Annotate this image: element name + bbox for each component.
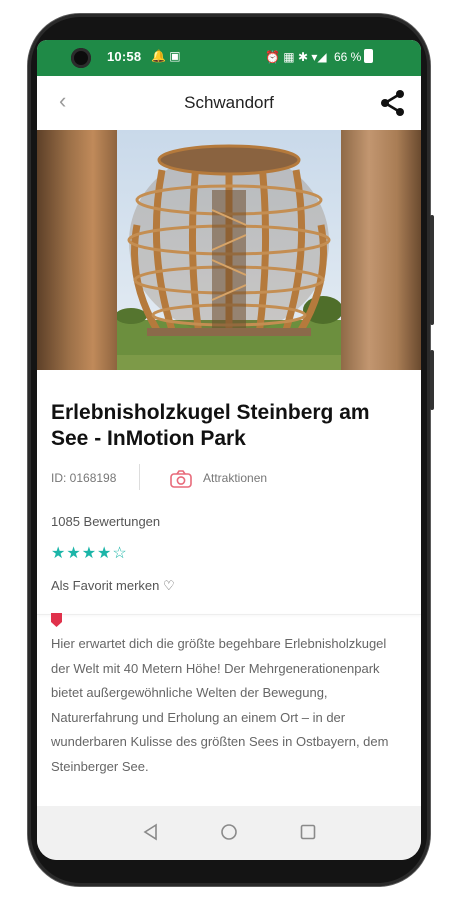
bookmark-marker-icon (51, 613, 62, 627)
category-label: Attraktionen (203, 471, 268, 485)
hero-blur-right (341, 130, 421, 370)
triangle-back-icon[interactable] (141, 822, 161, 842)
square-recents-icon[interactable] (298, 822, 318, 842)
review-count: 1085 Bewertungen (51, 514, 161, 529)
description-text: Hier erwartet dich die größte begehbare … (51, 636, 389, 774)
status-time: 10:58 (107, 49, 142, 64)
status-icons: ⏰ ▦ ✱ ▾◢ (265, 50, 327, 64)
android-nav-bar (37, 806, 421, 860)
battery-icon (364, 49, 374, 63)
place-id: ID: 0168198 (51, 471, 117, 485)
notification-icons: 🔔 ▣ (151, 49, 181, 63)
app-screen: 10:58 🔔 ▣ ⏰ ▦ ✱ ▾◢ 66 % ‹ Schwandorf Erl… (37, 40, 421, 860)
favorite-button[interactable]: Als Favorit merken ♡ (51, 578, 175, 594)
place-name: Erlebnisholzkugel Steinberg am See - InM… (51, 401, 370, 450)
volume-button (430, 215, 434, 325)
status-bar: 10:58 🔔 ▣ ⏰ ▦ ✱ ▾◢ 66 % (37, 40, 421, 76)
star-rating: ★★★★☆ (51, 545, 128, 562)
circle-home-icon[interactable] (219, 822, 239, 842)
page-title: Schwandorf (184, 93, 274, 112)
front-camera (71, 48, 91, 68)
hero-blur-left (37, 130, 117, 370)
section-divider (37, 614, 421, 615)
battery-percent: 66 % (333, 50, 362, 64)
system-icons: ⏰ ▦ ✱ ▾◢ 66 % (265, 49, 374, 64)
power-button (430, 350, 434, 410)
share-icon[interactable] (379, 89, 407, 117)
app-header: ‹ Schwandorf (37, 76, 421, 130)
hero-image[interactable] (37, 130, 421, 370)
wooden-sphere-photo (117, 130, 341, 370)
meta-divider (139, 464, 140, 490)
camera-icon (170, 470, 192, 488)
